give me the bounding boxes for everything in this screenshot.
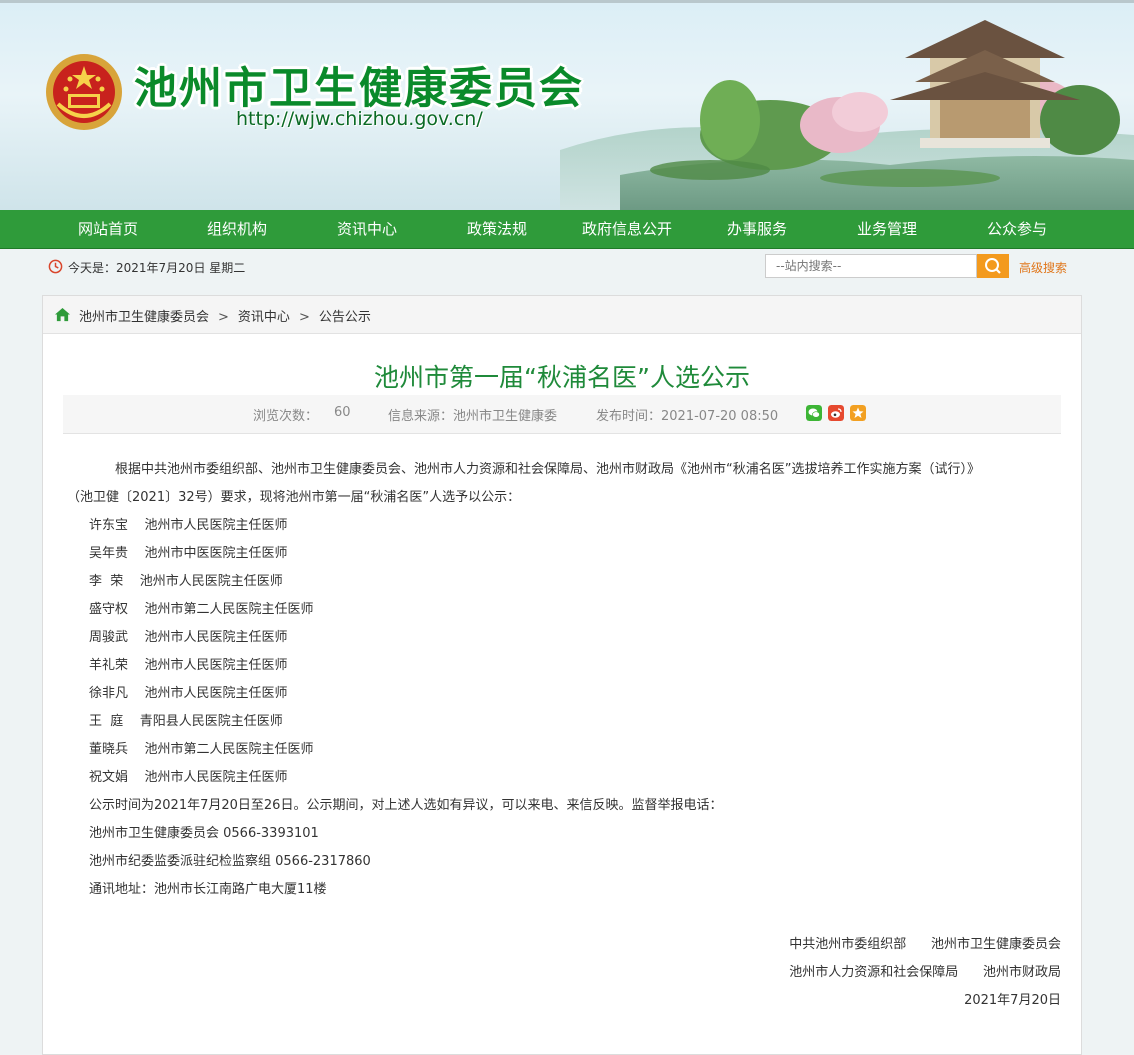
breadcrumb-item-news[interactable]: 资讯中心 [238, 310, 290, 325]
nav-item-services[interactable]: 办事服务 [697, 210, 817, 248]
main-nav: 网站首页 组织机构 资讯中心 政策法规 政府信息公开 办事服务 业务管理 公众参… [0, 210, 1134, 249]
list-item: 李 荣 池州市人民医院主任医师 [89, 568, 1041, 596]
list-item: 羊礼荣 池州市人民医院主任医师 [89, 652, 1041, 680]
search-icon [985, 258, 1001, 274]
nav-item-business[interactable]: 业务管理 [827, 210, 947, 248]
breadcrumb-separator: > [298, 310, 310, 325]
list-item: 徐非凡 池州市人民医院主任医师 [89, 680, 1041, 708]
national-emblem-logo [46, 54, 122, 130]
nav-item-home[interactable]: 网站首页 [48, 210, 168, 248]
person-unit: 池州市人民医院主任医师 [144, 686, 288, 701]
site-url: http://wjw.chizhou.gov.cn/ [236, 108, 483, 130]
signers-line-1: 中共池州市委组织部 池州市卫生健康委员会 [789, 937, 1061, 952]
breadcrumb: 池州市卫生健康委员会 > 资讯中心 > 公告公示 [43, 296, 1081, 334]
person-unit: 青阳县人民医院主任医师 [139, 714, 283, 729]
wechat-share-icon[interactable] [806, 405, 822, 421]
person-unit: 池州市人民医院主任医师 [144, 630, 288, 645]
content-panel: 池州市卫生健康委员会 > 资讯中心 > 公告公示 池州市第一届“秋浦名医”人选公示 浏览… [42, 295, 1082, 1055]
list-item: 吴年贵 池州市中医医院主任医师 [89, 540, 1041, 568]
weibo-share-icon[interactable] [828, 405, 844, 421]
intro-paragraph-line1: 根据中共池州市委组织部、池州市卫生健康委员会、池州市人力资源和社会保障局、池州市… [115, 462, 980, 477]
person-name: 王 庭 [89, 714, 124, 729]
intro-paragraph-line2: （池卫健〔2021〕32号）要求，现将池州市第一届“秋浦名医”人选予以公示： [67, 490, 521, 505]
breadcrumb-item-home[interactable]: 池州市卫生健康委员会 [79, 310, 209, 325]
article-meta: 浏览次数： 60 信息来源：池州市卫生健康委 发布时间：2021-07-20 0… [63, 395, 1061, 434]
breadcrumb-item-notices[interactable]: 公告公示 [319, 310, 371, 325]
search-button[interactable] [977, 254, 1009, 278]
list-item: 周骏武 池州市人民医院主任医师 [89, 624, 1041, 652]
sign-date: 2021年7月20日 [964, 993, 1061, 1008]
list-item: 祝文娟 池州市人民医院主任医师 [89, 764, 1041, 792]
person-unit: 池州市人民医院主任医师 [144, 658, 288, 673]
person-unit: 池州市人民医院主任医师 [144, 770, 288, 785]
address-line: 通讯地址：池州市长江南路广电大厦11楼 [89, 882, 327, 897]
person-name: 周骏武 [89, 630, 129, 645]
person-name: 祝文娟 [89, 770, 129, 785]
person-unit: 池州市第二人民医院主任医师 [144, 602, 314, 617]
person-name: 许东宝 [89, 518, 129, 533]
nav-item-participation[interactable]: 公众参与 [957, 210, 1077, 248]
nav-item-policy[interactable]: 政策法规 [437, 210, 557, 248]
person-name: 徐非凡 [89, 686, 129, 701]
phone-line-2: 池州市纪委监委派驻纪检监察组 0566-2317860 [89, 854, 371, 869]
person-name: 董晓兵 [89, 742, 129, 757]
pavilion-scenery-image [560, 20, 1134, 210]
views-label: 浏览次数： [253, 409, 319, 424]
signers-line-2: 池州市人力资源和社会保障局 池州市财政局 [789, 965, 1061, 980]
person-name: 李 荣 [89, 574, 124, 589]
list-item: 盛守权 池州市第二人民医院主任医师 [89, 596, 1041, 624]
info-bar: 今天是：2021年7月20日 星期二 高级搜索 [0, 249, 1134, 285]
list-item: 董晓兵 池州市第二人民医院主任医师 [89, 736, 1041, 764]
person-name: 吴年贵 [89, 546, 129, 561]
site-search-input[interactable] [765, 254, 977, 278]
article-body: 根据中共池州市委组织部、池州市卫生健康委员会、池州市人力资源和社会保障局、池州市… [67, 456, 1041, 904]
person-unit: 池州市中医医院主任医师 [144, 546, 288, 561]
person-name: 羊礼荣 [89, 658, 129, 673]
article-source: 信息来源：池州市卫生健康委 [388, 409, 558, 424]
header-banner: 池州市卫生健康委员会 http://wjw.chizhou.gov.cn/ [0, 0, 1134, 210]
views-count: 60 [334, 405, 351, 420]
breadcrumb-separator: > [218, 310, 229, 325]
person-unit: 池州市人民医院主任医师 [144, 518, 288, 533]
list-item: 王 庭 青阳县人民医院主任医师 [89, 708, 1041, 736]
person-unit: 池州市人民医院主任医师 [139, 574, 283, 589]
person-unit: 池州市第二人民医院主任医师 [144, 742, 314, 757]
nav-item-news[interactable]: 资讯中心 [307, 210, 427, 248]
advanced-search-link[interactable]: 高级搜索 [1019, 259, 1067, 276]
clock-icon [48, 259, 63, 274]
publish-time: 发布时间：2021-07-20 08:50 [596, 409, 779, 424]
site-title: 池州市卫生健康委员会 [134, 64, 584, 114]
phone-line-1: 池州市卫生健康委员会 0566-3393101 [89, 826, 319, 841]
favorite-star-icon[interactable] [850, 405, 866, 421]
home-icon[interactable] [54, 307, 71, 322]
nav-item-gov-info[interactable]: 政府信息公开 [567, 210, 687, 248]
list-item: 许东宝 池州市人民医院主任医师 [89, 512, 1041, 540]
person-name: 盛守权 [89, 602, 129, 617]
article-title: 池州市第一届“秋浦名医”人选公示 [374, 363, 750, 392]
notice-paragraph: 公示时间为2021年7月20日至26日。公示期间，对上述人选如有异议，可以来电、… [89, 798, 723, 813]
today-date: 今天是：2021年7月20日 星期二 [68, 261, 246, 275]
nav-item-organization[interactable]: 组织机构 [177, 210, 297, 248]
